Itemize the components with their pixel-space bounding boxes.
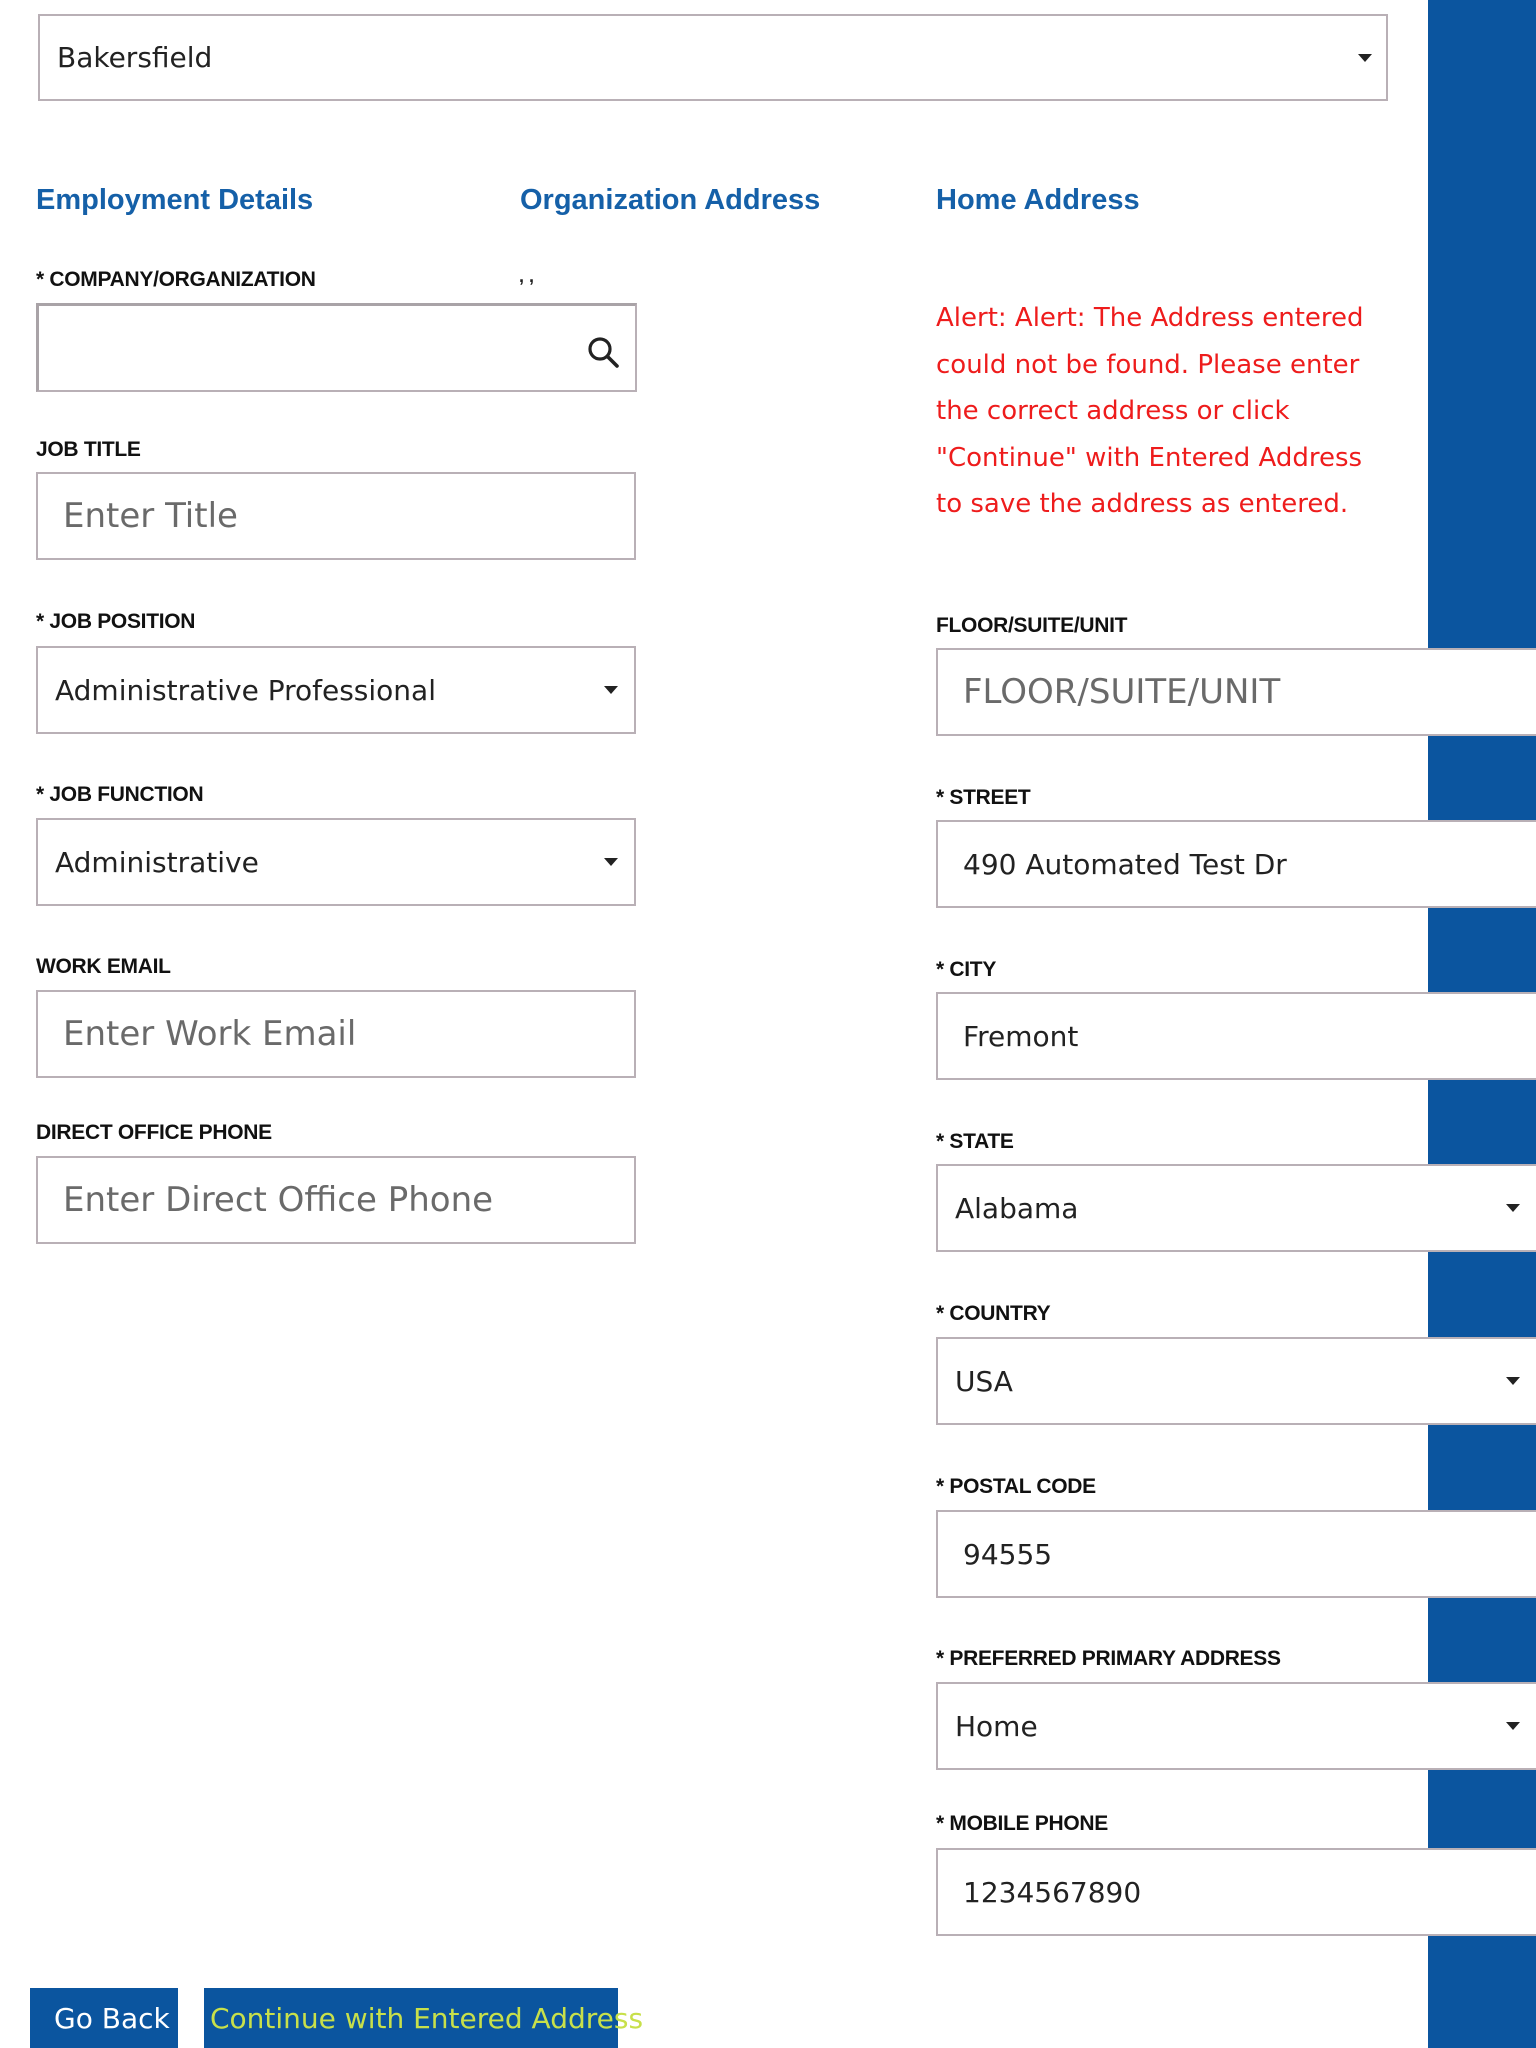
mobile-phone-input[interactable]: 1234567890: [936, 1848, 1536, 1936]
home-address-heading: Home Address: [936, 184, 1140, 216]
floor-placeholder: FLOOR/SUITE/UNIT: [963, 672, 1281, 712]
job-position-label: * JOB POSITION: [36, 610, 196, 633]
address-not-found-alert: Alert: Alert: The Address entered could …: [936, 303, 1364, 519]
mobile-phone-label: * MOBILE PHONE: [936, 1812, 1108, 1835]
postal-code-value: 94555: [963, 1537, 1053, 1571]
job-title-placeholder: Enter Title: [63, 496, 238, 536]
state-label: * STATE: [936, 1130, 1014, 1153]
employment-details-heading: Employment Details: [36, 184, 314, 216]
continue-with-entered-address-button[interactable]: Continue with Entered Address: [204, 1988, 643, 2048]
chevron-down-icon: [1506, 1722, 1520, 1730]
street-input[interactable]: 490 Automated Test Dr: [936, 820, 1536, 908]
postal-code-input[interactable]: 94555: [936, 1510, 1536, 1598]
country-value: USA: [955, 1364, 1013, 1398]
job-function-value: Administrative: [55, 845, 259, 879]
street-label: * STREET: [936, 786, 1031, 809]
preferred-address-select[interactable]: Home: [936, 1682, 1536, 1770]
chevron-down-icon: [604, 858, 618, 866]
work-email-input[interactable]: Enter Work Email: [36, 990, 636, 1078]
organization-address-heading: Organization Address: [520, 184, 821, 216]
go-back-button[interactable]: Go Back: [30, 1988, 178, 2048]
preferred-address-value: Home: [955, 1709, 1038, 1743]
street-value: 490 Automated Test Dr: [963, 847, 1287, 881]
city-value: Fremont: [963, 1019, 1079, 1053]
floor-label: FLOOR/SUITE/UNIT: [936, 614, 1128, 637]
country-label: * COUNTRY: [936, 1302, 1051, 1325]
work-email-placeholder: Enter Work Email: [63, 1014, 357, 1054]
job-function-label: * JOB FUNCTION: [36, 783, 204, 806]
top-location-value: Bakersfield: [57, 41, 213, 74]
chevron-down-icon: [1358, 54, 1372, 62]
company-search-input[interactable]: [36, 303, 637, 392]
job-position-value: Administrative Professional: [55, 673, 436, 707]
preferred-address-label: * PREFERRED PRIMARY ADDRESS: [936, 1647, 1281, 1670]
state-select[interactable]: Alabama: [936, 1164, 1536, 1252]
city-label: * CITY: [936, 958, 997, 981]
floor-input[interactable]: FLOOR/SUITE/UNIT: [936, 648, 1536, 736]
chevron-down-icon: [604, 686, 618, 694]
state-value: Alabama: [955, 1191, 1079, 1225]
job-title-input[interactable]: Enter Title: [36, 472, 636, 560]
mobile-phone-value: 1234567890: [963, 1875, 1142, 1909]
office-phone-label: DIRECT OFFICE PHONE: [36, 1121, 272, 1144]
search-icon[interactable]: [587, 336, 621, 370]
office-phone-placeholder: Enter Direct Office Phone: [63, 1180, 494, 1220]
postal-code-label: * POSTAL CODE: [936, 1475, 1096, 1498]
job-function-select[interactable]: Administrative: [36, 818, 636, 906]
job-position-select[interactable]: Administrative Professional: [36, 646, 636, 734]
chevron-down-icon: [1506, 1377, 1520, 1385]
org-address-line1: , ,: [519, 266, 535, 286]
company-label: * COMPANY/ORGANIZATION: [36, 268, 316, 291]
top-location-select[interactable]: Bakersfield: [38, 14, 1388, 101]
country-select[interactable]: USA: [936, 1337, 1536, 1425]
office-phone-input[interactable]: Enter Direct Office Phone: [36, 1156, 636, 1244]
work-email-label: WORK EMAIL: [36, 955, 171, 978]
city-input[interactable]: Fremont: [936, 992, 1536, 1080]
chevron-down-icon: [1506, 1204, 1520, 1212]
job-title-label: JOB TITLE: [36, 438, 141, 461]
